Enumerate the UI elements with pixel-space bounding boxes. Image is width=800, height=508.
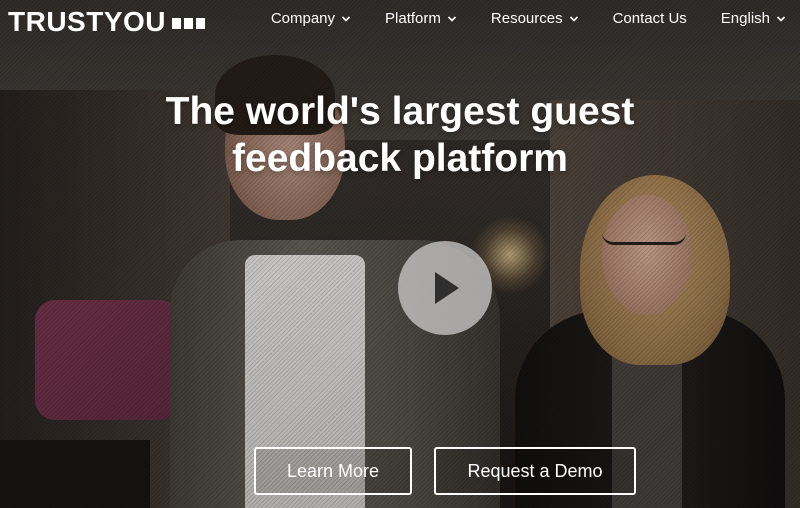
hero-headline-line1: The world's largest guest [165,90,635,133]
dark-overlay [0,0,800,508]
logo-block [196,17,205,29]
learn-more-button[interactable]: Learn More [254,447,412,495]
background-video-still [0,0,800,508]
nav-item-label: Company [270,10,336,27]
logo-blocks-icon [172,17,205,29]
nav-item-language[interactable]: English [721,10,786,27]
play-video-button[interactable] [398,241,492,335]
nav-item-contact-us[interactable]: Contact Us [613,10,687,27]
logo-block [184,17,193,29]
logo-block [172,17,181,29]
top-navigation: TRUSTYOU Company Platform Resources Cont… [0,0,800,42]
brand-name: TRUSTYOU [8,6,166,37]
nav-menu: Company Platform Resources Contact Us En… [271,10,786,27]
nav-item-resources[interactable]: Resources [491,10,579,27]
nav-item-company[interactable]: Company [271,10,351,27]
nav-item-platform[interactable]: Platform [385,10,457,27]
chevron-down-icon [341,15,351,22]
chevron-down-icon [776,15,786,22]
hero-section: TRUSTYOU Company Platform Resources Cont… [0,0,800,508]
nav-item-label: Resources [490,10,563,27]
brand-logo[interactable]: TRUSTYOU [8,6,205,38]
request-demo-button[interactable]: Request a Demo [434,447,636,495]
hero-headline: The world's largest guest feedback platf… [0,88,800,182]
hero-headline-line2: feedback platform [232,137,568,180]
nav-item-label: English [720,10,770,27]
chevron-down-icon [569,15,578,22]
nav-item-label: Contact Us [612,10,687,27]
nav-item-label: Platform [385,10,441,27]
chevron-down-icon [447,15,456,22]
play-icon [435,272,459,304]
